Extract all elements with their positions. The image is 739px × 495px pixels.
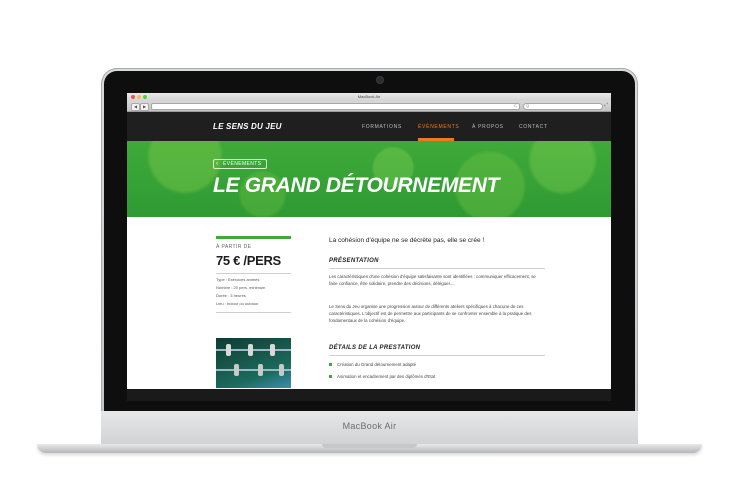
camera-icon: [377, 77, 383, 83]
list-item: Animation et encadrement par des diplômé…: [329, 374, 435, 379]
reload-icon[interactable]: C: [514, 103, 517, 108]
section-heading-presentation: PRÉSENTATION: [329, 258, 379, 264]
breadcrumb-label: ÉVÈNEMENTS: [223, 161, 262, 167]
laptop-notch: [322, 444, 417, 448]
browser-title-bar: MacBook Air: [127, 93, 611, 101]
browser-toolbar: ◀ ▶ C Q ⤢: [127, 101, 611, 112]
price-value: 75 € /PERS: [216, 253, 281, 268]
divider: [329, 268, 545, 269]
main-content: À PARTIR DE 75 € /PERS Type : Exercices …: [127, 217, 611, 397]
divider: [216, 312, 291, 313]
screen: MacBook Air ◀ ▶ C Q ⤢ LE SENS DU JEU FOR…: [127, 93, 611, 401]
divider: [216, 273, 291, 274]
presentation-paragraph-2: Le Sens du Jeu organise une progression …: [329, 304, 532, 323]
close-window-icon[interactable]: [131, 95, 135, 99]
site-header: LE SENS DU JEU FORMATIONS ÉVÈNEMENTS À P…: [127, 112, 611, 141]
nav-item-a-propos[interactable]: À PROPOS: [472, 124, 504, 130]
detail-item-1: Création du Grand détournement adapté: [337, 362, 417, 367]
breadcrumb-button[interactable]: ‹ ÉVÈNEMENTS: [213, 159, 268, 169]
bullet-icon: [329, 375, 332, 379]
back-icon[interactable]: ◀: [131, 103, 140, 111]
device-brand-label: MacBook Air: [342, 421, 397, 431]
fullscreen-icon[interactable]: ⤢: [604, 102, 608, 108]
hero-banner: ‹ ÉVÈNEMENTS LE GRAND DÉTOURNEMENT: [127, 141, 611, 217]
window-title: MacBook Air: [357, 94, 381, 99]
screen-bottom-strip: [127, 389, 611, 401]
browser-search-field[interactable]: Q: [523, 103, 603, 110]
info-location: Lieu : Indoor ou outdoor: [216, 301, 259, 306]
search-icon: Q: [526, 103, 530, 108]
info-duration: Durée : 3 heures: [216, 293, 246, 298]
address-bar[interactable]: C: [151, 103, 520, 110]
foosball-photo: [216, 338, 291, 388]
presentation-paragraph-1: Les caractéristiques d'une cohésion d'éq…: [329, 274, 536, 286]
minimize-window-icon[interactable]: [137, 95, 141, 99]
lead-text: La cohésion d'équipe ne se décrète pas, …: [329, 237, 485, 244]
site-logo[interactable]: LE SENS DU JEU: [213, 122, 282, 131]
page-title: LE GRAND DÉTOURNEMENT: [213, 174, 500, 197]
nav-item-evenements[interactable]: ÉVÈNEMENTS: [418, 124, 459, 130]
chevron-left-icon: ‹: [216, 161, 219, 167]
sidebar-accent-bar: [216, 236, 291, 239]
bullet-icon: [329, 363, 332, 367]
forward-icon[interactable]: ▶: [140, 103, 149, 111]
price-from-label: À PARTIR DE: [216, 244, 252, 250]
info-type: Type : Exercices animés: [216, 277, 260, 282]
nav-item-formations[interactable]: FORMATIONS: [362, 124, 402, 130]
detail-item-2: Animation et encadrement par des diplômé…: [337, 374, 436, 379]
zoom-window-icon[interactable]: [143, 95, 147, 99]
nav-item-contact[interactable]: CONTACT: [519, 124, 548, 130]
info-count: Nombre : 20 pers. minimum: [216, 285, 266, 290]
list-item: Création du Grand détournement adapté: [329, 362, 416, 367]
divider: [329, 355, 545, 356]
section-heading-details: DÉTAILS DE LA PRESTATION: [329, 345, 421, 351]
